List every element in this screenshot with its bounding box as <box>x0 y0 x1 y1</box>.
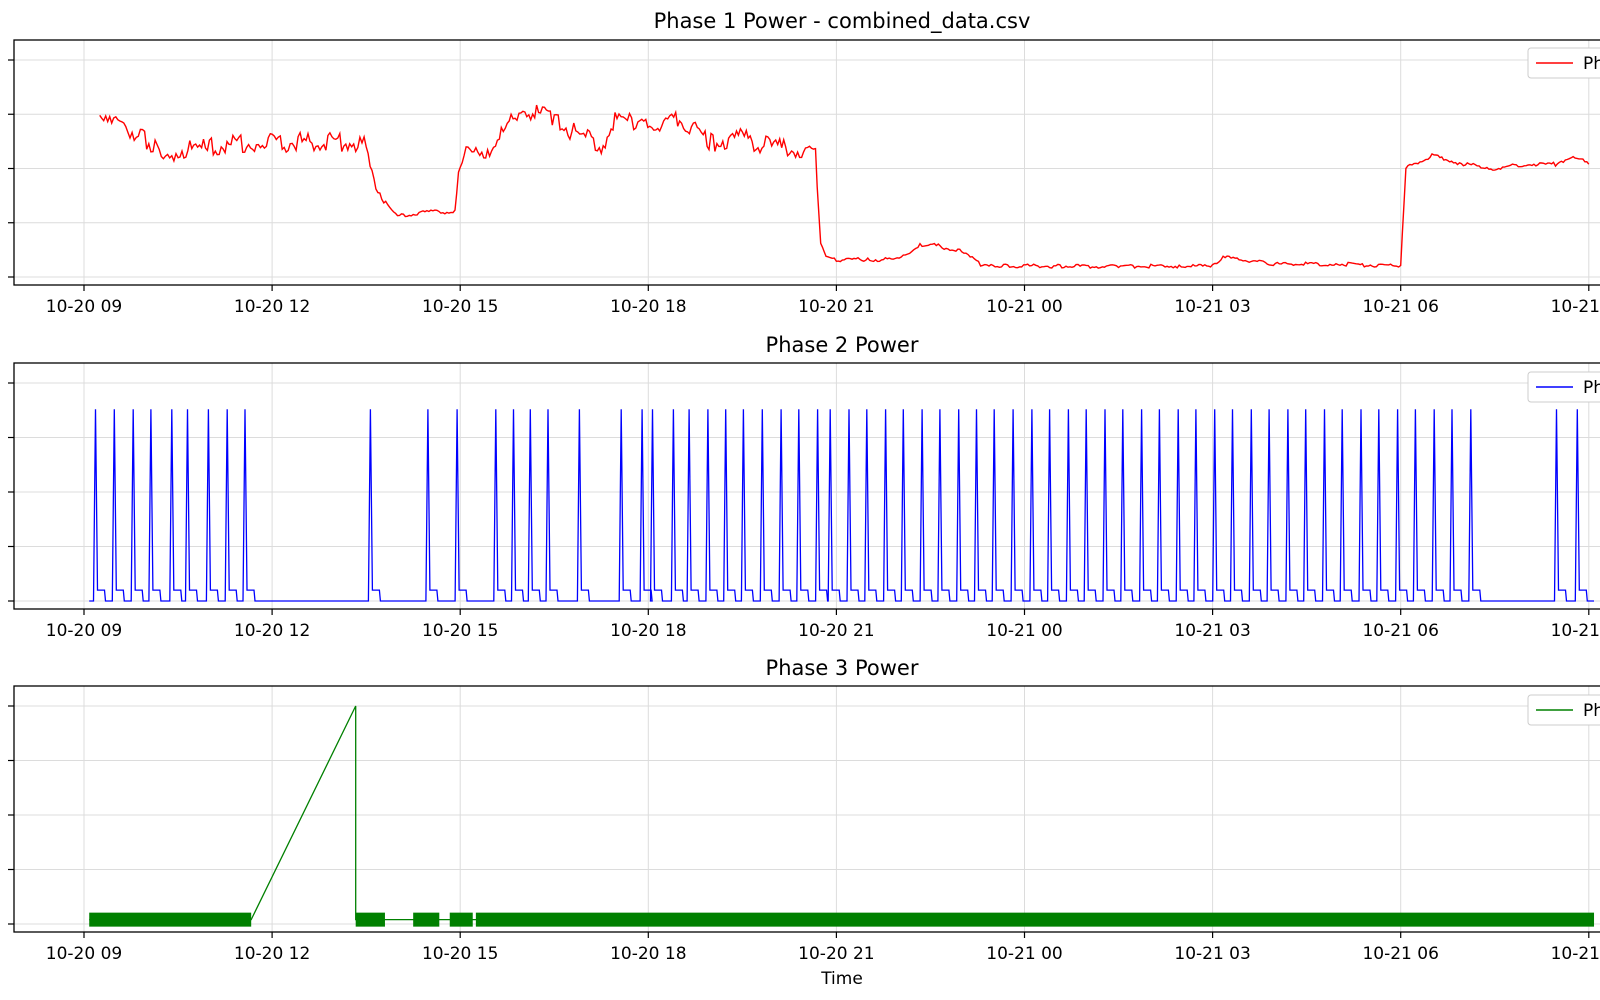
phase-1-legend: Ph <box>1527 47 1600 79</box>
phase-2-legend-label: Ph <box>1583 378 1600 398</box>
x-axis-label: Time <box>820 969 863 989</box>
x-tick-label: 10-21 09 <box>1551 297 1600 317</box>
phase-power-figure: Phase 1 Power - combined_data.csv 10-20 … <box>8 9 1600 989</box>
phase-3-panel: Phase 3 Power 10-20 09 10-20 12 10-20 15 10… <box>8 656 1600 989</box>
phase-2-panel: Phase 2 Power 10-20 09 10-20 12 10-20 15 10… <box>8 333 1600 641</box>
x-tick-label: 10-20 09 <box>46 297 122 317</box>
x-tick-label: 10-20 12 <box>234 944 310 964</box>
x-tick-label: 10-20 15 <box>422 621 498 641</box>
x-tick-label: 10-20 09 <box>46 944 122 964</box>
x-tick-label: 10-20 21 <box>798 944 874 964</box>
phase-1-title: Phase 1 Power - combined_data.csv <box>654 9 1031 34</box>
series-band <box>355 912 385 927</box>
phase-2-legend: Ph <box>1527 371 1600 403</box>
x-tick-label: 10-21 03 <box>1174 297 1250 317</box>
x-tick-label: 10-21 00 <box>986 297 1062 317</box>
phase-2-title: Phase 2 Power <box>766 333 919 357</box>
phase-1-legend-label: Ph <box>1583 54 1600 74</box>
phase-3-plot-frame <box>13 685 1600 933</box>
series-band <box>89 912 252 927</box>
x-tick-label: 10-20 15 <box>422 944 498 964</box>
x-tick-label: 10-21 06 <box>1362 297 1438 317</box>
x-tick-label: 10-20 15 <box>422 297 498 317</box>
x-tick-label: 10-20 18 <box>610 944 686 964</box>
series-band <box>413 912 440 927</box>
x-tick-label: 10-21 00 <box>986 944 1062 964</box>
phase-3-legend-label: Ph <box>1583 701 1600 721</box>
phase-1-panel: Phase 1 Power - combined_data.csv 10-20 … <box>8 9 1600 317</box>
phase-3-title: Phase 3 Power <box>766 656 919 680</box>
x-tick-label: 10-21 06 <box>1362 944 1438 964</box>
x-tick-label: 10-21 09 <box>1551 944 1600 964</box>
x-tick-label: 10-20 12 <box>234 621 310 641</box>
x-tick-label: 10-21 03 <box>1174 621 1250 641</box>
phase-3-legend: Ph <box>1527 694 1600 726</box>
series-band <box>475 912 1595 927</box>
x-tick-label: 10-21 06 <box>1362 621 1438 641</box>
x-tick-label: 10-20 12 <box>234 297 310 317</box>
x-tick-label: 10-20 21 <box>798 297 874 317</box>
x-tick-label: 10-20 09 <box>46 621 122 641</box>
x-tick-label: 10-20 18 <box>610 297 686 317</box>
x-tick-label: 10-20 18 <box>610 621 686 641</box>
phase-1-plot-frame <box>13 39 1600 286</box>
x-tick-label: 10-20 21 <box>798 621 874 641</box>
series-band <box>449 912 473 927</box>
series-line <box>99 104 1590 269</box>
x-tick-label: 10-21 03 <box>1174 944 1250 964</box>
x-tick-label: 10-21 09 <box>1551 621 1600 641</box>
series-line <box>89 705 1594 921</box>
x-tick-label: 10-21 00 <box>986 621 1062 641</box>
